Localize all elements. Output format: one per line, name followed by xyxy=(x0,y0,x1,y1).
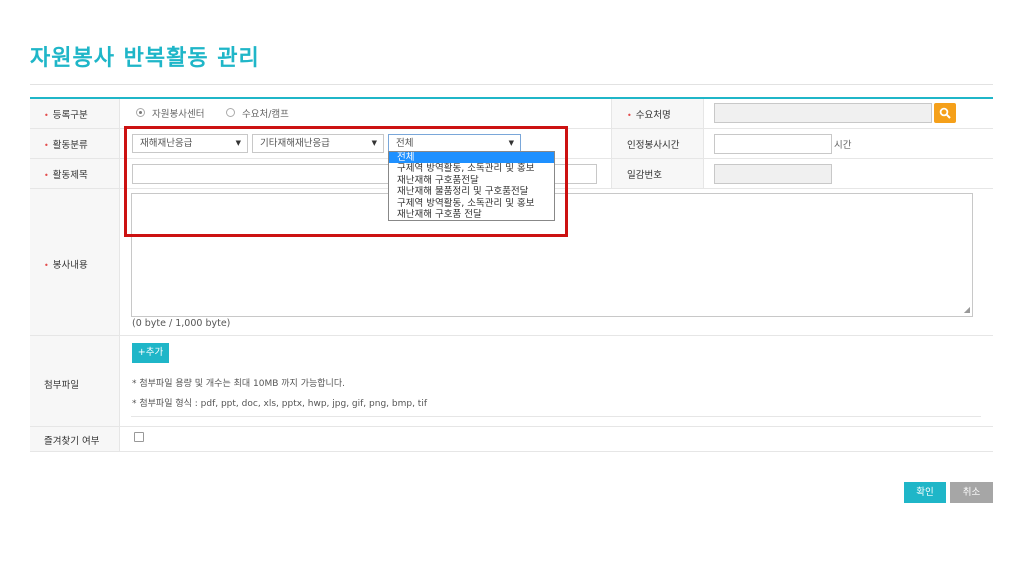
required-dot-icon: • xyxy=(627,111,632,120)
page-title: 자원봉사 반복활동 관리 xyxy=(30,46,260,71)
hours-unit: 시간 xyxy=(834,140,852,151)
required-dot-icon: • xyxy=(44,141,49,150)
required-dot-icon: • xyxy=(44,111,49,120)
byte-counter: (0 byte / 1,000 byte) xyxy=(132,318,231,329)
serial-number-input[interactable] xyxy=(714,164,832,184)
required-dot-icon: • xyxy=(44,171,49,180)
cancel-button[interactable]: 취소 xyxy=(950,482,993,503)
radio-volunteer-center[interactable] xyxy=(136,108,145,117)
resize-grip-icon[interactable]: ◢ xyxy=(964,305,970,314)
search-icon xyxy=(939,107,951,119)
form-top-border xyxy=(30,97,993,99)
label-column xyxy=(30,99,120,451)
radio-demand-camp[interactable] xyxy=(226,108,235,117)
radio-volunteer-center-label: 자원봉사센터 xyxy=(152,109,205,120)
attachment-note-size: * 첨부파일 용량 및 개수는 최대 10MB 까지 가능합니다. xyxy=(132,379,345,389)
row-divider xyxy=(30,451,993,452)
recognized-hours-label: 인정봉사시간 xyxy=(627,140,680,151)
annotation-highlight-box xyxy=(124,126,568,237)
attachment-note-format: * 첨부파일 형식 : pdf, ppt, doc, xls, pptx, hw… xyxy=(132,399,427,409)
search-button[interactable] xyxy=(934,103,956,123)
radio-demand-camp-label: 수요처/캠프 xyxy=(242,109,289,120)
recognized-hours-input[interactable] xyxy=(714,134,832,154)
confirm-button[interactable]: 확인 xyxy=(904,482,946,503)
demand-name-input[interactable] xyxy=(714,103,932,123)
attachment-label: 첨부파일 xyxy=(44,380,79,391)
favorite-checkbox[interactable] xyxy=(134,432,144,442)
attachment-divider xyxy=(131,416,981,417)
row-divider xyxy=(30,426,993,427)
demand-name-label: • 수요처명 xyxy=(627,110,671,121)
service-content-label: • 봉사내용 xyxy=(44,260,88,271)
activity-title-label: • 활동제목 xyxy=(44,170,88,181)
add-attachment-button[interactable]: +추가 xyxy=(132,343,169,363)
registration-type-label: • 등록구분 xyxy=(44,110,88,121)
title-divider xyxy=(30,84,993,85)
serial-number-label: 일감번호 xyxy=(627,170,662,181)
favorite-label: 즐겨찾기 여부 xyxy=(44,436,100,447)
row-divider xyxy=(30,335,993,336)
activity-category-label: • 활동분류 xyxy=(44,140,88,151)
required-dot-icon: • xyxy=(44,261,49,270)
